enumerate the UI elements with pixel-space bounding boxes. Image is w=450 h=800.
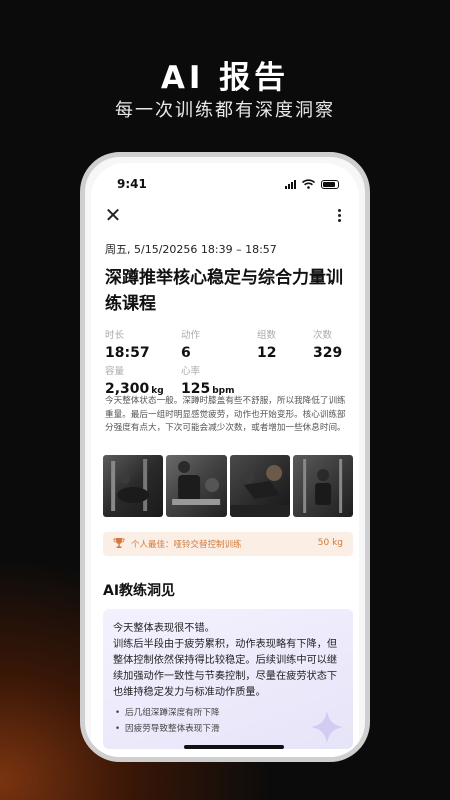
ai-coach-card: 今天整体表现很不错。 训练后半段由于疲劳累积，动作表现略有下降，但整体控制依然保… bbox=[103, 609, 353, 749]
signal-icon bbox=[285, 179, 296, 189]
workout-photo-3[interactable] bbox=[229, 455, 290, 517]
stat-value: 12 bbox=[257, 345, 277, 361]
workout-photo-4[interactable] bbox=[292, 455, 353, 517]
workout-photo-1[interactable] bbox=[103, 455, 164, 517]
list-item: 后几组深蹲深度有所下降 bbox=[113, 705, 220, 721]
stat-label: 组数 bbox=[257, 330, 277, 341]
more-vertical-icon[interactable] bbox=[329, 203, 349, 227]
ai-coach-title: AI教练洞见 bbox=[103, 583, 176, 599]
ai-coach-text: 今天整体表现很不错。 训练后半段由于疲劳累积，动作表现略有下降，但整体控制依然保… bbox=[113, 621, 347, 701]
status-time: 9:41 bbox=[117, 177, 147, 191]
wifi-icon bbox=[302, 179, 315, 189]
ai-coach-bullets: 后几组深蹲深度有所下降 因疲劳导致整体表现下滑 bbox=[113, 705, 220, 737]
home-indicator bbox=[184, 745, 284, 749]
ai-coach-body: 训练后半段由于疲劳累积，动作表现略有下降，但整体控制依然保持得比较稳定。后续训练… bbox=[113, 639, 338, 698]
stat-value: 6 bbox=[181, 345, 191, 361]
ai-coach-summary: 今天整体表现很不错。 bbox=[113, 623, 215, 634]
stat-exercises: 动作 6 bbox=[181, 327, 200, 361]
stat-volume: 容量 2,300 kg bbox=[105, 363, 164, 397]
top-bar: ✕ bbox=[101, 203, 349, 227]
photo-strip bbox=[103, 455, 353, 517]
phone-frame: 9:41 ✕ 周五, 5/15/20256 18:39 – 18:57 深蹲推举… bbox=[80, 152, 370, 762]
stat-label: 容量 bbox=[105, 366, 125, 377]
personal-best-value: 50 kg bbox=[317, 538, 343, 548]
personal-best-label: 个人最佳：哑铃交替控制训练 bbox=[131, 540, 242, 550]
app-screen: 9:41 ✕ 周五, 5/15/20256 18:39 – 18:57 深蹲推举… bbox=[91, 163, 359, 757]
session-datetime: 周五, 5/15/20256 18:39 – 18:57 bbox=[105, 243, 277, 256]
workout-photo-2[interactable] bbox=[166, 455, 227, 517]
status-bar: 9:41 bbox=[117, 177, 339, 193]
status-icons bbox=[285, 179, 339, 189]
stat-heart-rate: 心率 125 bpm bbox=[181, 363, 235, 397]
trophy-icon bbox=[113, 538, 125, 548]
stat-duration: 时长 18:57 bbox=[105, 327, 150, 361]
stat-label: 动作 bbox=[181, 330, 201, 341]
session-title: 深蹲推举核心稳定与综合力量训练课程 bbox=[105, 268, 343, 314]
close-icon[interactable]: ✕ bbox=[101, 203, 125, 227]
promo-title: AI 报告 bbox=[160, 60, 290, 96]
stat-label: 时长 bbox=[105, 330, 125, 341]
training-note: 今天整体状态一般。深蹲时膝盖有些不舒服，所以我降低了训练重量。最后一组时明显感觉… bbox=[105, 396, 346, 433]
list-item: 因疲劳导致整体表现下滑 bbox=[113, 721, 220, 737]
stat-label: 心率 bbox=[181, 366, 201, 377]
stat-value: 329 bbox=[313, 345, 343, 361]
sparkle-icon bbox=[311, 711, 343, 743]
battery-icon bbox=[321, 179, 339, 189]
personal-best-banner[interactable]: 个人最佳：哑铃交替控制训练 50 kg bbox=[103, 532, 353, 556]
stat-sets: 组数 12 bbox=[257, 327, 276, 361]
stat-reps: 次数 329 bbox=[313, 327, 342, 361]
stat-label: 次数 bbox=[313, 330, 333, 341]
promo-subtitle: 每一次训练都有深度洞察 bbox=[115, 100, 335, 121]
stat-value: 18:57 bbox=[105, 345, 150, 361]
